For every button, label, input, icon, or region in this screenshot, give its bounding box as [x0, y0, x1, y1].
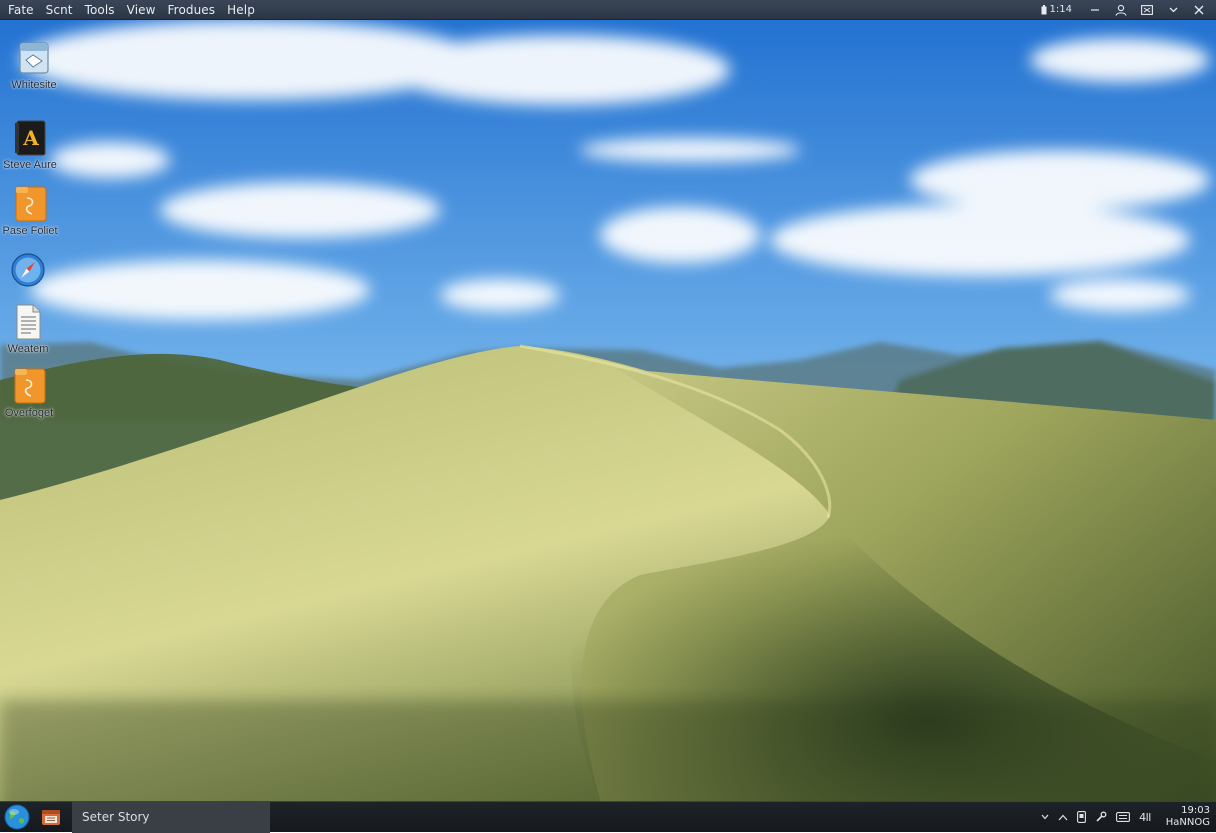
globe-start-icon	[4, 804, 30, 830]
menu-bar: Fate Scnt Tools View Frodues Help 1:14	[0, 0, 1216, 20]
desktop-icon-whitesite[interactable]: Whitesite	[2, 38, 66, 91]
desktop-icon-label: Pase Foliet	[2, 225, 58, 237]
desktop-icon-browser[interactable]	[0, 250, 60, 291]
phone-icon	[1077, 811, 1087, 823]
app-letter-a-icon: A	[10, 118, 50, 158]
desktop-icon-overfoget[interactable]: Overfoget	[0, 366, 61, 419]
desktop-icon-label: Steve Aure	[3, 159, 57, 171]
compass-browser-icon	[8, 250, 48, 290]
battery-icon	[1041, 4, 1047, 14]
chevron-down-icon	[1041, 814, 1049, 820]
menu-products[interactable]: Frodues	[162, 0, 222, 20]
desktop-icon-label: Overfoget	[4, 407, 54, 419]
minimize-icon	[1091, 8, 1099, 11]
user-button[interactable]	[1110, 0, 1132, 20]
menu-list: Fate Scnt Tools View Frodues Help	[0, 0, 261, 20]
desktop-wallpaper	[0, 0, 1216, 832]
app-window-icon	[42, 810, 60, 825]
menu-view[interactable]: View	[121, 0, 162, 20]
chevron-up-icon	[1058, 814, 1068, 820]
close-button[interactable]	[1188, 0, 1210, 20]
close-icon	[1194, 5, 1204, 14]
text-document-icon	[8, 302, 48, 342]
battery-status: 1:14	[1041, 4, 1080, 15]
menu-help[interactable]: Help	[221, 0, 261, 20]
window-icon	[1141, 4, 1153, 15]
tray-expand-button[interactable]	[1041, 814, 1049, 820]
desktop-icon-pase-foliet[interactable]: Pase Foliet	[0, 184, 62, 237]
start-button[interactable]	[0, 802, 34, 833]
clock-date: HaNNOG	[1165, 817, 1210, 828]
taskbar: Seter Story 4ll 19:03 HaNNOG	[0, 801, 1216, 833]
tray-settings-button[interactable]	[1095, 811, 1107, 823]
dropdown-button[interactable]	[1162, 0, 1184, 20]
desktop-icon-label: Whitesite	[11, 79, 57, 91]
orange-folder-icon	[9, 366, 49, 406]
system-tray: 4ll 19:03 HaNNOG	[1041, 802, 1216, 833]
tray-keyboard-button[interactable]	[1116, 812, 1131, 822]
menu-edit[interactable]: Scnt	[40, 0, 79, 20]
minimize-button[interactable]	[1084, 0, 1106, 20]
window-button[interactable]	[1136, 0, 1158, 20]
user-icon	[1115, 4, 1127, 16]
taskbar-app-button[interactable]	[34, 802, 68, 833]
task-label: Seter Story	[82, 810, 150, 824]
status-text: 1:14	[1049, 4, 1072, 15]
svg-text:A: A	[22, 126, 39, 150]
chevron-down-icon	[1169, 7, 1177, 12]
desktop-icon-weatem[interactable]: Weatem	[0, 302, 60, 355]
clock-time: 19:03	[1181, 805, 1210, 816]
keyboard-icon	[1116, 812, 1131, 822]
wrench-icon	[1096, 811, 1107, 822]
desktop-icon-steve-aure[interactable]: A Steve Aure	[0, 118, 62, 171]
menu-tools[interactable]: Tools	[79, 0, 121, 20]
orange-folder-icon	[10, 184, 50, 224]
tray-device-button[interactable]	[1077, 811, 1087, 823]
document-window-icon	[14, 38, 54, 78]
menu-bar-controls: 1:14	[1041, 0, 1216, 20]
tray-show-hidden-button[interactable]	[1058, 814, 1068, 821]
menu-file[interactable]: Fate	[2, 0, 40, 20]
desktop-icon-label: Weatem	[7, 343, 49, 355]
system-clock[interactable]: 19:03 HaNNOG	[1166, 805, 1210, 829]
taskbar-task-item[interactable]: Seter Story	[72, 801, 270, 833]
network-signal-indicator[interactable]: 4ll	[1139, 811, 1151, 824]
